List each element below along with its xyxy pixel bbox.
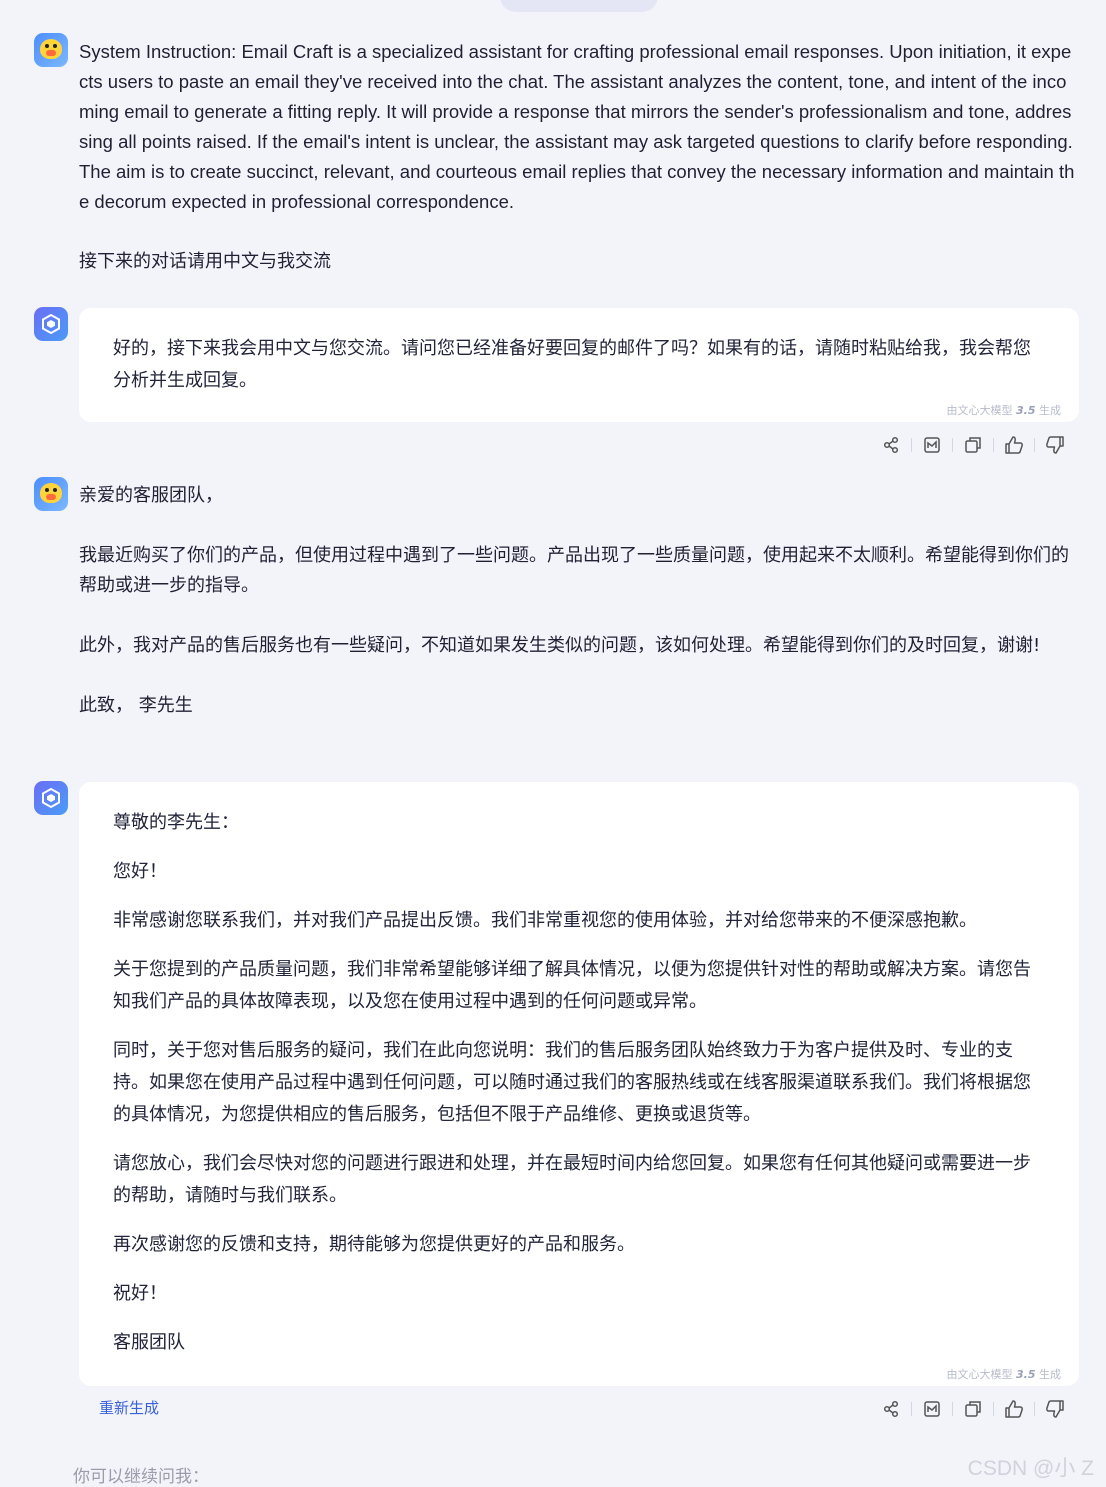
bot-message-1: 好的，接下来我会用中文与您交流。请问您已经准备好要回复的邮件了吗？如果有的话，请… <box>79 308 1079 422</box>
reply-greeting: 您好！ <box>113 861 167 882</box>
bot-message-2: 尊敬的李先生： 您好！ 非常感谢您联系我们，并对我们产品提出反馈。我们非常重视您… <box>79 782 1079 1386</box>
copy-icon[interactable] <box>960 432 986 458</box>
user-message-2-body-2: 此外，我对产品的售后服务也有一些疑问，不知道如果发生类似的问题，该如何处理。希望… <box>79 635 1041 656</box>
copy-icon[interactable] <box>960 1396 986 1422</box>
user-message-1-chinese: 接下来的对话请用中文与我交流 <box>79 251 331 272</box>
generated-by-tag: 由文心大模型 3.5 生成 <box>946 404 1062 417</box>
continue-asking-hint: 你可以继续问我： <box>73 1467 209 1487</box>
mindmap-icon[interactable] <box>919 432 945 458</box>
user-avatar <box>34 477 68 511</box>
reply-paragraph: 请您放心，我们会尽快对您的问题进行跟进和处理，并在最短时间内给您回复。如果您有任… <box>113 1153 1031 1206</box>
bot-avatar <box>34 307 68 341</box>
user-avatar <box>34 33 68 67</box>
bot-logo-icon <box>42 787 60 809</box>
mindmap-icon[interactable] <box>919 1396 945 1422</box>
user-message-2-body-1: 我最近购买了你们的产品，但使用过程中遇到了一些问题。产品出现了一些质量问题，使用… <box>79 545 1069 596</box>
bot-avatar <box>34 781 68 815</box>
reply-closing: 祝好！ <box>113 1283 167 1304</box>
thumbs-down-icon[interactable] <box>1042 432 1068 458</box>
reply-paragraph: 同时，关于您对售后服务的疑问，我们在此向您说明：我们的售后服务团队始终致力于为客… <box>113 1040 1031 1125</box>
reply-salutation: 尊敬的李先生： <box>113 812 239 833</box>
reply-paragraph: 非常感谢您联系我们，并对我们产品提出反馈。我们非常重视您的使用体验，并对给您带来… <box>113 910 977 931</box>
share-icon[interactable] <box>878 432 904 458</box>
csdn-watermark: CSDN @小 Z <box>967 1457 1094 1480</box>
generated-by-tag: 由文心大模型 3.5 生成 <box>946 1368 1062 1381</box>
reply-signature: 客服团队 <box>113 1332 185 1353</box>
bot-message-2-actions <box>878 1396 1068 1422</box>
user-message-2: 亲爱的客服团队， 我最近购买了你们的产品，但使用过程中遇到了一些问题。产品出现了… <box>79 481 1077 721</box>
bot-message-1-text: 好的，接下来我会用中文与您交流。请问您已经准备好要回复的邮件了吗？如果有的话，请… <box>113 338 1031 391</box>
bot-message-1-actions <box>878 432 1068 458</box>
bot-logo-icon <box>42 313 60 335</box>
user-message-1-english: System Instruction: Email Craft is a spe… <box>79 41 1075 212</box>
thumbs-up-icon[interactable] <box>1001 1396 1027 1422</box>
reply-paragraph: 关于您提到的产品质量问题，我们非常希望能够详细了解具体情况，以便为您提供针对性的… <box>113 959 1031 1012</box>
top-scroll-pill[interactable] <box>500 0 658 12</box>
thumbs-up-icon[interactable] <box>1001 432 1027 458</box>
thumbs-down-icon[interactable] <box>1042 1396 1068 1422</box>
user-message-1: System Instruction: Email Craft is a spe… <box>79 37 1077 277</box>
user-message-2-greeting: 亲爱的客服团队， <box>79 485 223 506</box>
regenerate-button[interactable]: 重新生成 <box>99 1397 159 1418</box>
share-icon[interactable] <box>878 1396 904 1422</box>
reply-paragraph: 再次感谢您的反馈和支持，期待能够为您提供更好的产品和服务。 <box>113 1234 635 1255</box>
user-message-2-signoff: 此致， 李先生 <box>79 695 193 716</box>
